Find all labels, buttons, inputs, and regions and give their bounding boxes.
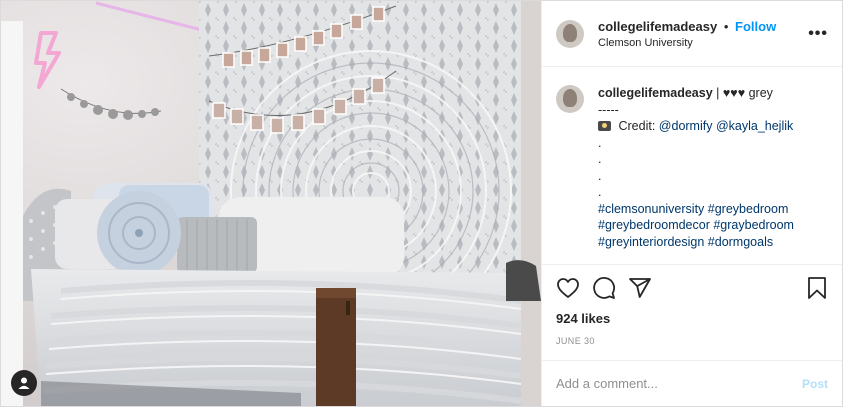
tagged-users-button[interactable] — [11, 370, 37, 396]
comment-input[interactable] — [556, 376, 802, 391]
author-avatar[interactable] — [556, 19, 584, 48]
caption-dot-line: . — [598, 168, 602, 183]
action-buttons — [556, 275, 828, 301]
caption-avatar[interactable] — [556, 85, 584, 113]
heart-icon[interactable] — [556, 276, 580, 300]
likes-count[interactable]: 924 likes — [556, 311, 828, 326]
author-username[interactable]: collegelifemadeasy — [598, 19, 717, 34]
separator-dot: • — [723, 18, 729, 34]
follow-button[interactable]: Follow — [735, 19, 776, 34]
more-options-icon[interactable]: ••• — [808, 25, 828, 43]
caption-title: | ♥♥♥ grey — [716, 86, 773, 100]
caption-credit-line: Credit: @dormify @kayla_hejlik — [598, 118, 794, 135]
caption-first-line: collegelifemadeasy | ♥♥♥ grey — [598, 85, 794, 102]
credit-mention-kayla[interactable]: @kayla_hejlik — [716, 119, 793, 133]
post-photo[interactable] — [1, 1, 541, 406]
caption-area: collegelifemadeasy | ♥♥♥ grey ----- Cred… — [542, 67, 842, 264]
user-tag-icon — [18, 377, 30, 389]
credit-prefix: Credit: — [618, 119, 656, 133]
comment-form: Post — [542, 360, 842, 406]
instagram-post: collegelifemadeasy • Follow Clemson Univ… — [0, 0, 843, 407]
hashtags-line[interactable]: #greybedroomdecor #graybedroom — [598, 217, 794, 234]
hashtags-line[interactable]: #greyinteriordesign #dormgoals — [598, 234, 794, 251]
caption-divider: ----- — [598, 102, 619, 117]
caption-dot-line: . — [598, 185, 602, 199]
post-date[interactable]: JUNE 30 — [556, 336, 828, 360]
share-icon[interactable] — [628, 276, 652, 300]
bedroom-image — [1, 1, 541, 406]
credit-mention-dormify[interactable]: @dormify — [659, 119, 713, 133]
caption-dot-line: . — [598, 152, 602, 166]
caption-text: collegelifemadeasy | ♥♥♥ grey ----- Cred… — [598, 85, 794, 250]
caption-username[interactable]: collegelifemadeasy — [598, 86, 713, 100]
hashtags-line[interactable]: #clemsonuniversity #greybedroom — [598, 201, 794, 218]
camera-icon — [598, 121, 611, 131]
caption-dot-line: . — [598, 135, 602, 150]
post-actions: 924 likes JUNE 30 — [542, 264, 842, 360]
post-comment-button[interactable]: Post — [802, 377, 828, 391]
post-location[interactable]: Clemson University — [598, 37, 808, 49]
post-sidebar: collegelifemadeasy • Follow Clemson Univ… — [541, 1, 842, 406]
post-header: collegelifemadeasy • Follow Clemson Univ… — [542, 1, 842, 67]
author-line: collegelifemadeasy • Follow — [598, 19, 808, 34]
bookmark-icon[interactable] — [806, 276, 828, 300]
comment-icon[interactable] — [592, 276, 616, 300]
author-info: collegelifemadeasy • Follow Clemson Univ… — [598, 19, 808, 49]
